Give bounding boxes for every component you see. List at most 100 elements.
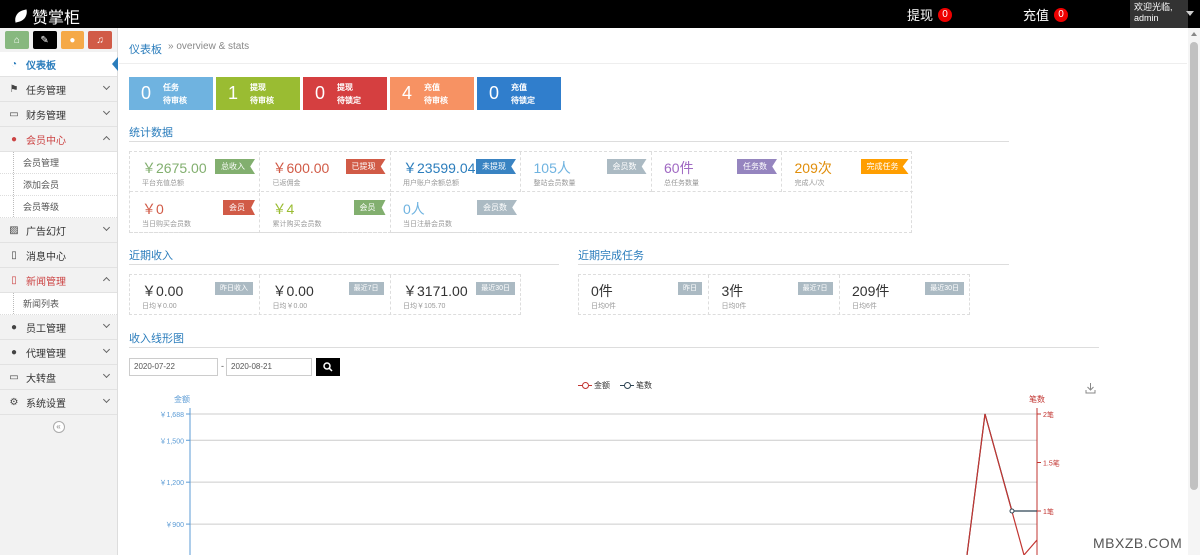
pending-withdraw-review-box[interactable]: 1 提现 待审核 — [216, 77, 300, 110]
end-date-input[interactable]: 2020-08-21 — [226, 358, 312, 376]
income-card: ￥3171.00 日均￥105.70 最近30日 — [391, 275, 521, 315]
stat-card-caption: 用户账户余额总额 — [403, 180, 459, 187]
edit-shortcut-button[interactable]: ✎ — [32, 31, 57, 49]
sidebar-item-agents[interactable]: ● 代理管理 — [0, 340, 117, 365]
sidebar-subitem-label: 会员管理 — [23, 158, 60, 168]
sidebar-item-dashboard[interactable]: ◔ 仪表板 — [0, 52, 118, 77]
sidebar-item-label: 会员中心 — [26, 135, 66, 147]
income-card-caption: 日均￥105.70 — [403, 303, 446, 310]
income-line-chart: 金额笔数￥1,688￥1,500￥1,200￥900￥6002笔1.5笔1笔 — [159, 394, 1060, 555]
sidebar-item-tasks[interactable]: ⚑ 任务管理 — [0, 77, 117, 102]
recharge-count-badge: 0 — [1054, 7, 1069, 22]
divider — [578, 264, 1009, 265]
y-tick-label: ￥900 — [165, 521, 184, 529]
sidebar-item-ads[interactable]: ▨ 广告幻灯 — [0, 218, 117, 243]
sidebar-subitem-member-manage[interactable]: 会员管理 — [0, 152, 117, 174]
sidebar-subitem-news-list[interactable]: 新闻列表 — [0, 293, 117, 315]
stat-label: 提现 — [250, 82, 266, 92]
task-card-grid: 0件 日均0件 昨日 3件 日均0件 最近7日 209件 日均6件 最近30日 — [578, 274, 970, 315]
sidebar-subitem-label: 会员等级 — [23, 202, 60, 212]
stat-card: ￥600.00 已返佣金 已提现 — [260, 152, 391, 192]
sidebar: ⌂ ✎ ● ♫ ◔ 仪表板 ⚑ 任务管理 ▭ 财务管理 ● 会员中心 会员管理 … — [0, 28, 118, 555]
sidebar-item-staff[interactable]: ● 员工管理 — [0, 315, 117, 340]
stat-card-value: 0人 — [403, 201, 425, 217]
brand-logo[interactable]: 赞掌柜 — [12, 4, 80, 28]
chevron-down-icon — [102, 107, 111, 116]
stat-card: ￥23599.04 用户账户余额总额 未提现 — [391, 152, 521, 192]
bookmark-icon: ▯ — [11, 274, 17, 286]
user-menu[interactable]: 欢迎光临, admin — [1130, 0, 1194, 28]
y-tick-label: 1.5笔 — [1043, 459, 1060, 468]
stat-card-value: 60件 — [664, 160, 694, 176]
pencil-icon: ✎ — [40, 34, 49, 46]
hdd-icon: ▭ — [9, 108, 19, 120]
sidebar-subitem-member-level[interactable]: 会员等级 — [0, 196, 117, 218]
sidebar-item-news[interactable]: ▯ 新闻管理 — [0, 268, 117, 293]
sidebar-collapse-button[interactable]: « — [52, 421, 65, 433]
y-tick-label: ￥1,688 — [159, 411, 184, 419]
pending-task-review-box[interactable]: 0 任务 待审核 — [129, 77, 213, 110]
pending-recharge-lock-box[interactable]: 0 充值 待锁定 — [477, 77, 561, 110]
stat-card-value: 209次 — [794, 160, 832, 176]
task-card-value: 0件 — [591, 283, 613, 299]
sidebar-subitem-add-member[interactable]: 添加会员 — [0, 174, 117, 196]
recharge-link[interactable]: 充值 0 — [1023, 5, 1069, 24]
stat-card: ￥4 累计购买会员数 会员 — [260, 193, 391, 233]
sidebar-item-members[interactable]: ● 会员中心 — [0, 127, 117, 152]
task-card: 3件 日均0件 最近7日 — [710, 275, 840, 315]
stat-card-caption: 当日注册会员数 — [403, 221, 452, 228]
stat-card-tag: 会员数 — [606, 159, 647, 174]
dashboard-icon: ◔ — [10, 58, 18, 70]
y-tick-label: 1笔 — [1043, 507, 1054, 516]
income-card-tag: 最近7日 — [348, 282, 384, 295]
legend-marker — [620, 382, 634, 389]
scrollbar-thumb[interactable] — [1190, 42, 1198, 490]
sidebar-item-label: 员工管理 — [26, 323, 66, 335]
withdraw-link[interactable]: 提现 0 — [907, 5, 953, 24]
sidebar-item-label: 任务管理 — [26, 85, 66, 97]
breadcrumb: 仪表板 » overview & stats — [129, 41, 249, 57]
chevron-up-icon — [102, 135, 111, 144]
start-date-input[interactable]: 2020-07-22 — [129, 358, 218, 376]
divider — [129, 141, 1009, 142]
bell-shortcut-button[interactable]: ♫ — [88, 31, 112, 49]
legend-marker — [578, 382, 592, 389]
sidebar-item-label: 系统设置 — [26, 398, 66, 410]
income-card-caption: 日均￥0.00 — [272, 303, 308, 310]
stat-card-tag: 会员 — [353, 200, 386, 215]
section-title-recent-tasks: 近期完成任务 — [578, 250, 644, 262]
stat-label: 待审核 — [163, 95, 187, 105]
stat-label: 待审核 — [250, 95, 274, 105]
stat-card: 105人 整站会员数量 会员数 — [521, 152, 652, 192]
stat-number: 0 — [488, 83, 499, 103]
sidebar-item-finance[interactable]: ▭ 财务管理 — [0, 102, 117, 127]
task-card: 0件 日均0件 昨日 — [579, 275, 709, 315]
stat-card-value: ￥2675.00 — [142, 160, 207, 176]
cog-icon: ⚙ — [9, 396, 19, 408]
page-title: 仪表板 — [129, 44, 162, 56]
task-card-tag: 最近7日 — [797, 282, 833, 295]
pending-recharge-review-box[interactable]: 4 充值 待审核 — [390, 77, 474, 110]
sidebar-item-wheel[interactable]: ▭ 大转盘 — [0, 365, 117, 390]
sidebar-item-settings[interactable]: ⚙ 系统设置 — [0, 390, 117, 415]
task-card-caption: 日均0件 — [721, 303, 747, 310]
stat-card-value: ￥23599.04 — [403, 160, 476, 176]
chevron-down-icon — [102, 223, 111, 232]
search-button[interactable] — [316, 358, 340, 376]
shortcut-buttons: ⌂ ✎ ● ♫ — [0, 28, 117, 52]
stat-number: 0 — [314, 83, 325, 103]
users-shortcut-button[interactable]: ● — [60, 31, 85, 49]
picture-icon: ▨ — [9, 224, 19, 236]
home-shortcut-button[interactable]: ⌂ — [5, 31, 29, 49]
withdraw-count-badge: 0 — [938, 7, 953, 22]
stat-card: ￥2675.00 平台充值总额 总收入 — [130, 152, 260, 192]
stat-card-tag: 会员数 — [477, 200, 517, 215]
pending-withdraw-lock-box[interactable]: 0 提现 待锁定 — [303, 77, 387, 110]
recharge-label: 充值 — [1023, 8, 1050, 23]
page-scrollbar[interactable] — [1188, 28, 1200, 555]
sidebar-item-messages[interactable]: ▯ 消息中心 — [0, 243, 117, 268]
sidebar-item-label: 代理管理 — [26, 348, 66, 360]
stat-card-tag: 已提现 — [345, 159, 386, 174]
task-card-value: 209件 — [852, 283, 890, 299]
chevron-up-icon — [102, 276, 111, 285]
